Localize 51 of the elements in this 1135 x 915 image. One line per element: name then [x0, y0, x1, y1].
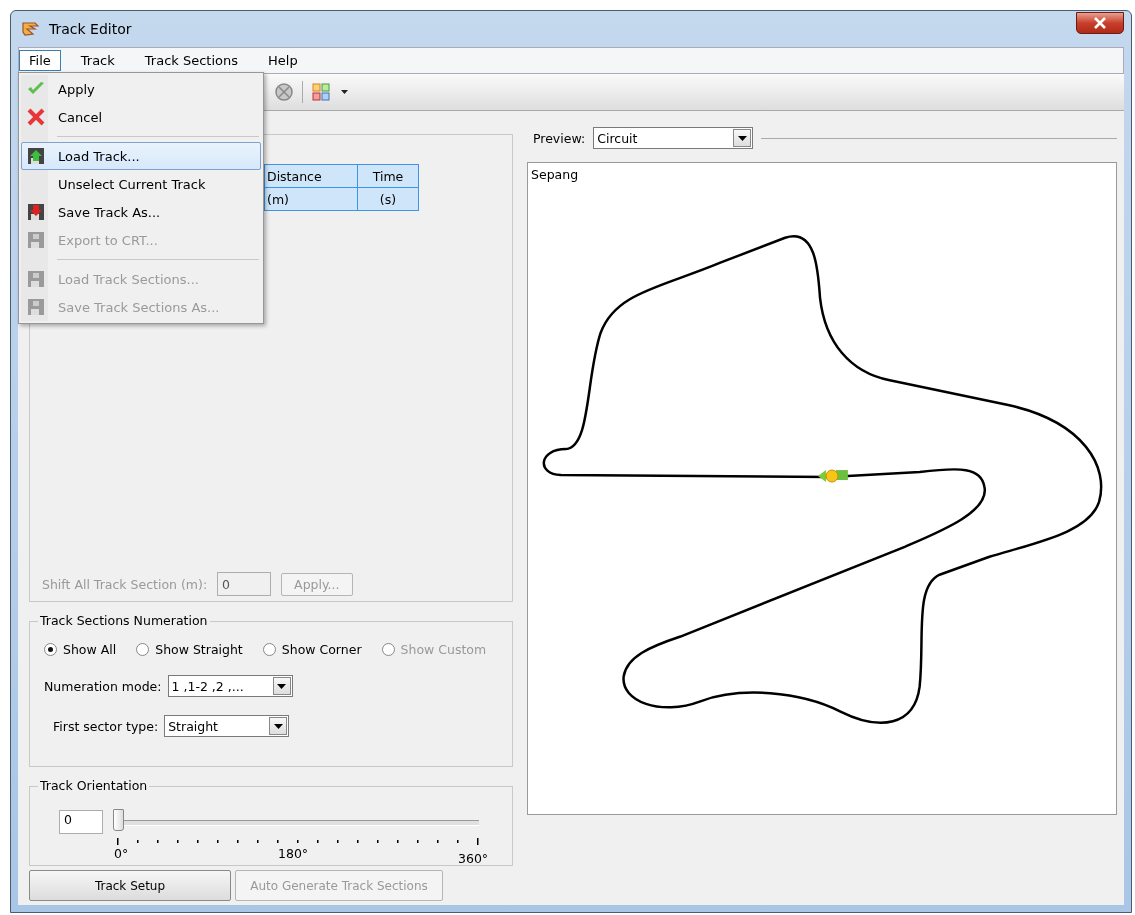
no-entry-icon[interactable]: [274, 82, 294, 102]
app-icon: [21, 20, 41, 38]
preview-label: Preview:: [533, 130, 586, 146]
group-title: Track Orientation: [38, 778, 150, 793]
radio-button[interactable]: [136, 643, 150, 656]
radio-label: Show Corner: [281, 642, 362, 657]
tick-label: 180°: [278, 846, 309, 861]
tick-label: 360°: [458, 851, 489, 866]
caret-icon: [273, 723, 283, 729]
menu-item[interactable]: Track: [70, 50, 125, 71]
menu-entry[interactable]: Apply: [21, 75, 261, 103]
menu-entry[interactable]: Load Track...: [21, 142, 261, 170]
menu-item[interactable]: File: [19, 50, 61, 71]
cross-icon: [27, 108, 45, 126]
menu-entry[interactable]: Unselect Current Track: [21, 170, 261, 198]
caret-icon[interactable]: [341, 90, 348, 94]
numeration-mode-dropdown[interactable]: 1 ,1-2 ,2 ,...: [167, 675, 293, 697]
caret-icon: [277, 683, 287, 689]
caret-icon: [737, 135, 747, 141]
track-name: Sepang: [531, 167, 579, 182]
slider-thumb[interactable]: [113, 809, 124, 831]
radio-label: Show Custom: [400, 642, 487, 657]
action-button[interactable]: Track Setup: [29, 870, 231, 901]
close-button[interactable]: [1076, 12, 1124, 34]
close-icon: [1093, 17, 1107, 29]
menu-item[interactable]: Track Sections: [134, 50, 249, 71]
radio-button[interactable]: [44, 643, 57, 656]
radio-button[interactable]: [262, 643, 276, 656]
floppy-icon: [27, 298, 45, 316]
preview-dropdown[interactable]: Circuit: [593, 127, 754, 149]
car-marker-icon: [818, 469, 848, 483]
shift-label: Shift All Track Section (m):: [42, 576, 208, 592]
column-header: Time: [357, 164, 419, 188]
check-icon: [27, 81, 45, 97]
menu-item[interactable]: Help: [258, 50, 308, 71]
floppy-icon: [27, 231, 45, 249]
sector-type-dropdown[interactable]: Straight: [164, 715, 290, 737]
pages-icon[interactable]: [311, 82, 331, 102]
field-label: First sector type:: [53, 718, 159, 734]
radio-label: Show Straight: [155, 642, 243, 657]
window-title: Track Editor: [49, 21, 132, 37]
floppy-icon: [27, 270, 45, 288]
group-title: Track Sections Numeration: [38, 613, 210, 628]
tick-label: 0°: [114, 846, 129, 861]
menu-entry[interactable]: Cancel: [21, 103, 261, 131]
angle-field[interactable]: 0: [59, 810, 103, 834]
field-label: Numeration mode:: [44, 678, 162, 694]
unit-cell: (s): [357, 187, 419, 211]
menu-entry[interactable]: Save Track As...: [21, 198, 261, 226]
column-header: Distance: [264, 164, 358, 188]
radio-label: Show All: [63, 642, 117, 657]
